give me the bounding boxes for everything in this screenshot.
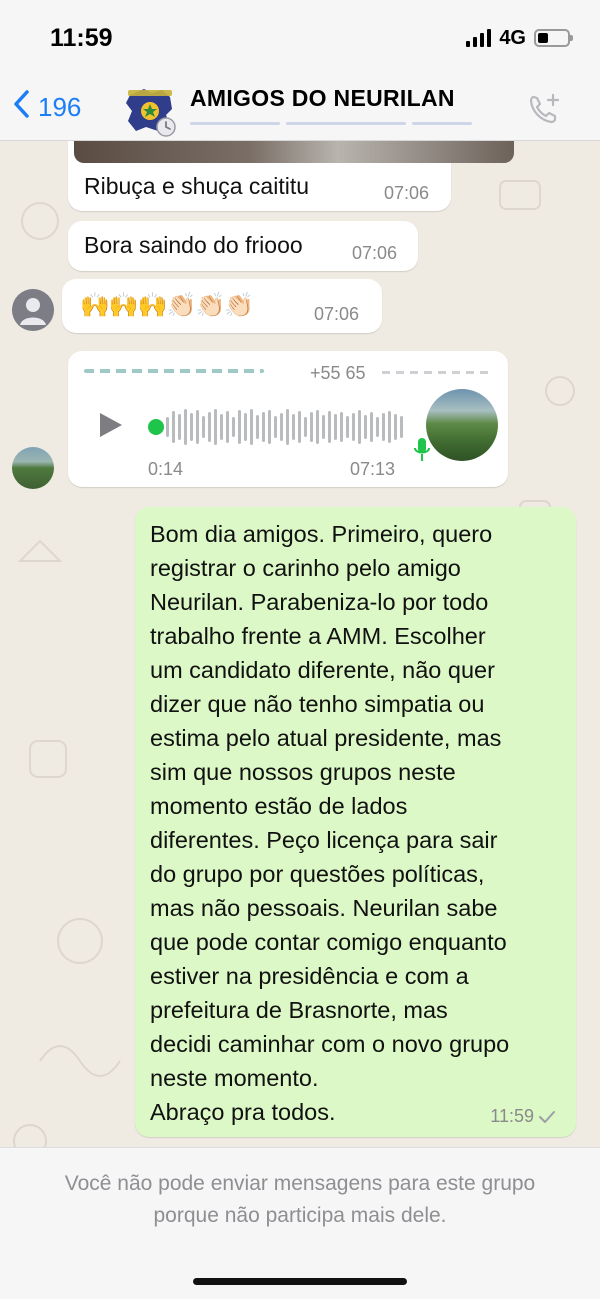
message-line: prefeitura de Brasnorte, mas <box>150 997 448 1023</box>
message-line: registrar o carinho pelo amigo <box>150 555 461 581</box>
signal-icon <box>466 29 492 47</box>
message-line: neste momento. <box>150 1065 319 1091</box>
voice-sender-phone: +55 65 <box>310 363 366 383</box>
voice-sender-avatar <box>426 389 498 461</box>
message-line: um candidato diferente, não quer <box>150 657 495 683</box>
sent-message-bubble[interactable]: Bom dia amigos. Primeiro, quero registra… <box>135 507 576 1137</box>
message-line: diferentes. Peço licença para sair <box>150 827 498 853</box>
add-call-button[interactable] <box>526 91 562 127</box>
home-indicator[interactable] <box>193 1278 407 1285</box>
voice-progress-knob[interactable] <box>148 419 164 435</box>
footer-notice-line: Você não pode enviar mensagens para este… <box>64 1172 536 1195</box>
footer-notice-line: porque não participa mais dele. <box>153 1204 447 1227</box>
voice-sender-name-redacted <box>84 369 264 373</box>
message-time: 11:59 <box>490 1106 534 1126</box>
sender-avatar[interactable] <box>12 447 54 489</box>
composer-disabled-footer: Você não pode enviar mensagens para este… <box>0 1147 600 1299</box>
message-time: 07:06 <box>314 304 360 324</box>
message-line: sim que nossos grupos neste <box>150 759 456 785</box>
message-line: dizer que não tenho simpatia ou <box>150 691 485 717</box>
network-type: 4G <box>499 26 526 49</box>
footer-notice: Você não pode enviar mensagens para este… <box>0 1168 600 1232</box>
read-check-icon <box>539 1110 555 1123</box>
voice-waveform[interactable] <box>166 407 403 447</box>
message-line: do grupo por questões políticas, <box>150 861 485 887</box>
message-bubble[interactable]: Bora saindo do friooo 07:06 <box>68 221 418 271</box>
message-bubble[interactable]: Ribuça e shuça caititu 07:06 <box>68 141 514 211</box>
message-line: Neurilan. Parabeniza-lo por todo <box>150 589 489 615</box>
voice-duration: 0:14 <box>148 459 184 479</box>
message-line: Bom dia amigos. Primeiro, quero <box>150 521 493 547</box>
default-avatar-icon <box>12 289 54 331</box>
group-avatar[interactable] <box>122 81 178 137</box>
message-text: Bora saindo do friooo <box>84 232 303 258</box>
chat-area[interactable]: Ribuça e shuça caititu 07:06 Bora saindo… <box>0 141 600 1147</box>
back-chevron-icon <box>12 89 30 125</box>
media-thumbnail[interactable] <box>74 141 514 163</box>
sent-message-text: Bom dia amigos. Primeiro, quero registra… <box>150 517 570 1129</box>
message-text: 🙌🙌🙌👏🏻👏🏻👏🏻 <box>80 292 254 319</box>
back-button[interactable]: 196 <box>12 89 81 125</box>
add-call-icon <box>529 93 560 124</box>
message-line: momento estão de lados <box>150 793 408 819</box>
message-text: Ribuça e shuça caititu <box>84 173 310 199</box>
sender-avatar[interactable] <box>12 289 54 331</box>
message-line: trabalho frente a AMM. Escolher <box>150 623 486 649</box>
message-line: mas não pessoais. Neurilan sabe <box>150 895 498 921</box>
voice-message-bubble[interactable]: +55 65 0:14 07:13 <box>68 351 508 487</box>
message-line: que pode contar comigo enquanto <box>150 929 507 955</box>
message-line: estima pelo atual presidente, mas <box>150 725 502 751</box>
message-time: 07:13 <box>350 459 396 479</box>
group-title[interactable]: AMIGOS DO NEURILAN <box>190 85 455 112</box>
mic-icon <box>414 437 430 468</box>
message-line: decidi caminhar com o novo grupo <box>150 1031 510 1057</box>
message-time: 07:06 <box>384 183 430 203</box>
unread-count: 196 <box>38 91 82 122</box>
play-button[interactable] <box>98 411 124 444</box>
chat-header: 196 AMIGOS DO NEURILAN <box>0 75 600 141</box>
voice-sender-phone-redacted <box>382 371 488 374</box>
battery-icon <box>534 29 573 47</box>
status-indicators: 4G <box>466 26 573 50</box>
status-bar: 11:59 4G <box>0 0 600 75</box>
message-time: 07:06 <box>352 243 398 263</box>
sent-time: 11:59 <box>490 1106 556 1127</box>
status-time: 11:59 <box>50 24 113 52</box>
message-bubble[interactable]: 🙌🙌🙌👏🏻👏🏻👏🏻 07:06 <box>62 279 382 333</box>
group-subtitle-redacted <box>190 115 490 129</box>
message-line: estiver na presidência e com a <box>150 963 469 989</box>
play-icon <box>100 413 122 437</box>
